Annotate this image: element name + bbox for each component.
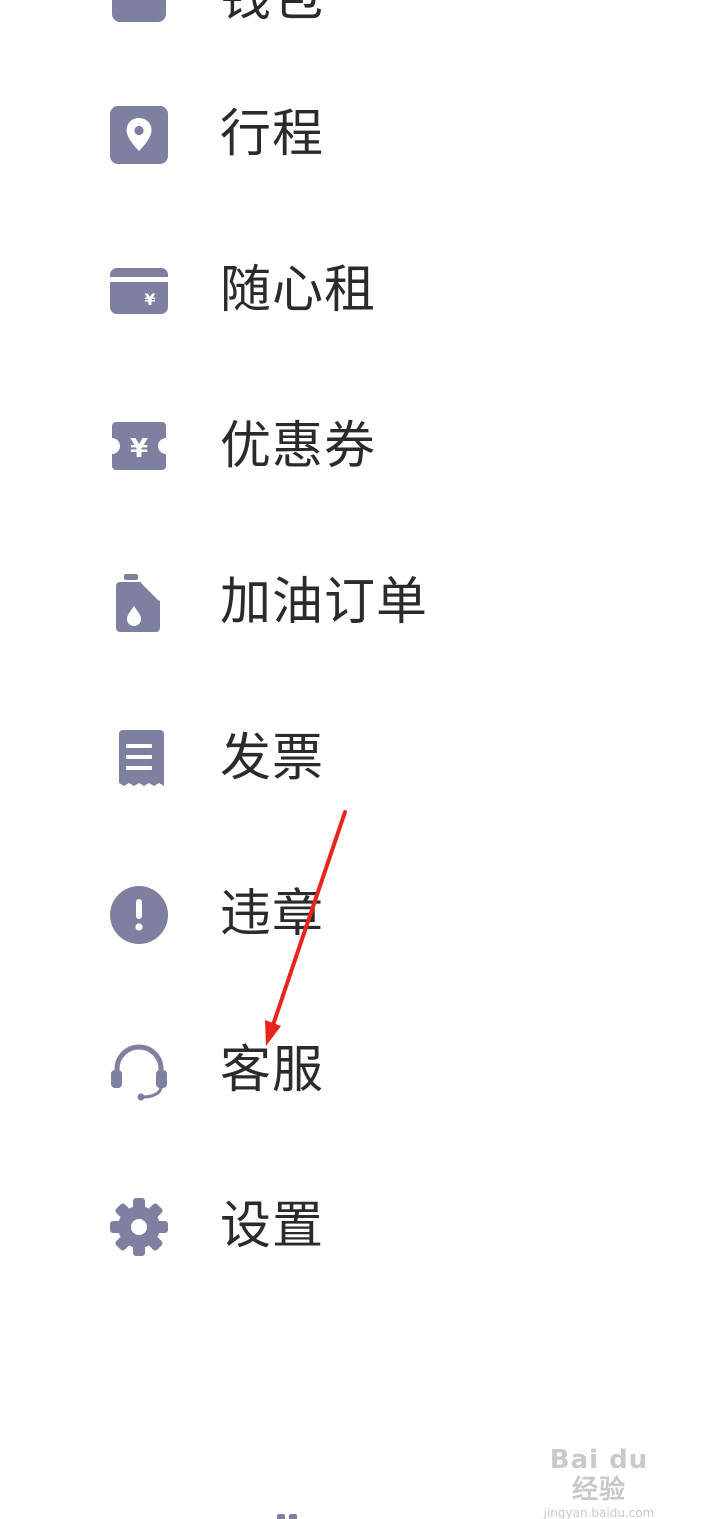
menu-item-label: 发票 bbox=[220, 729, 325, 788]
svg-text:¥: ¥ bbox=[144, 290, 155, 309]
menu-item-violation[interactable]: 违章 bbox=[0, 856, 702, 976]
menu-item-rental[interactable]: ¥ 随心租 bbox=[0, 232, 702, 352]
yuan-ticket-icon: ¥ bbox=[108, 416, 170, 478]
yuan-card-icon: ¥ bbox=[108, 260, 170, 322]
menu-item-label: 客服 bbox=[220, 1041, 325, 1100]
menu-item-label: 设置 bbox=[220, 1197, 325, 1256]
menu-item-fuel[interactable]: 加油订单 bbox=[0, 544, 702, 664]
menu-item-label: 违章 bbox=[220, 885, 325, 944]
watermark-text: Bai du 经验 bbox=[549, 1445, 649, 1505]
wallet-icon bbox=[108, 0, 170, 30]
menu-item-label: 行程 bbox=[220, 105, 325, 164]
receipt-icon bbox=[108, 728, 170, 790]
menu-item-label: 优惠券 bbox=[220, 417, 377, 476]
menu-item-support[interactable]: 客服 bbox=[0, 1012, 702, 1132]
menu-item-label: 加油订单 bbox=[220, 573, 429, 632]
headset-icon bbox=[108, 1040, 170, 1102]
menu-item-invoice[interactable]: 发票 bbox=[0, 700, 702, 820]
bottom-partial-icon bbox=[277, 1514, 297, 1519]
exclamation-circle-icon bbox=[108, 884, 170, 946]
watermark-logo: Bai du 经验 jingyan.baidu.com bbox=[534, 1445, 664, 1519]
gear-icon bbox=[108, 1196, 170, 1258]
menu-item-label: 随心租 bbox=[220, 261, 377, 320]
svg-text:¥: ¥ bbox=[130, 434, 148, 464]
menu-item-settings[interactable]: 设置 bbox=[0, 1168, 702, 1288]
side-menu-screen: 钱包 行程 ¥ 随心租 ¥ 优惠 bbox=[0, 0, 702, 1519]
menu-item-trip[interactable]: 行程 bbox=[0, 76, 702, 196]
watermark-url: jingyan.baidu.com bbox=[543, 1506, 655, 1519]
fuel-can-icon bbox=[108, 572, 170, 634]
menu-item-label: 钱包 bbox=[220, 0, 324, 28]
location-pin-icon bbox=[108, 104, 170, 166]
menu-item-coupon[interactable]: ¥ 优惠券 bbox=[0, 388, 702, 508]
menu-item-wallet[interactable]: 钱包 bbox=[0, 0, 702, 60]
